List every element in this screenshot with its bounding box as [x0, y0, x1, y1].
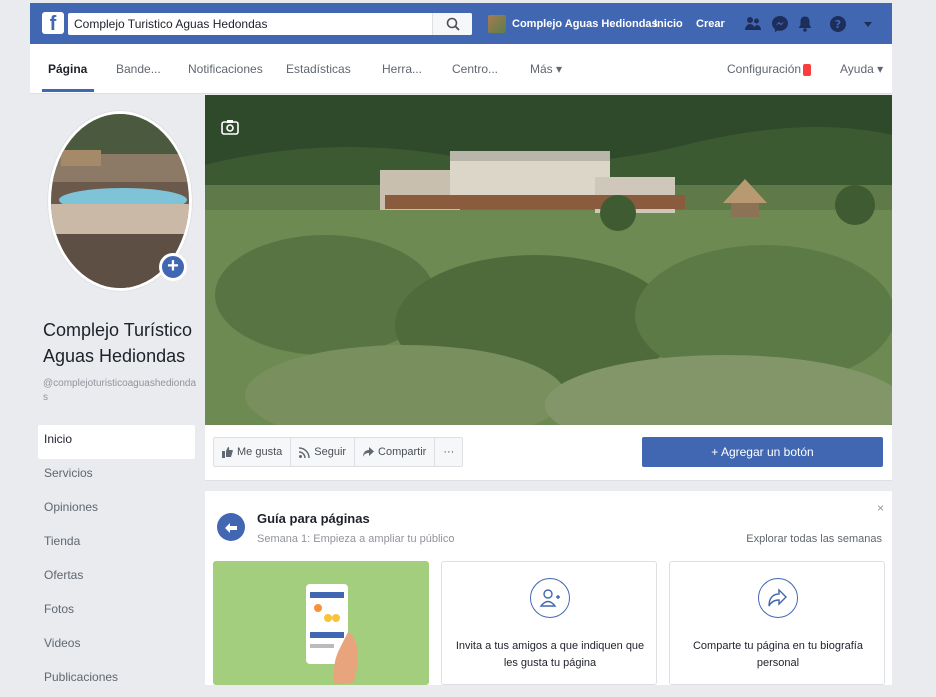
action-buttons: Me gusta Seguir Compartir ··· [213, 437, 464, 467]
search-box[interactable] [68, 13, 472, 35]
tab-settings[interactable]: Configuración [727, 62, 812, 76]
search-input[interactable] [74, 13, 434, 35]
blue-header: f Complejo Aguas Hediondas Inicio Crear … [30, 3, 892, 44]
sidebar-item-photos[interactable]: Fotos [38, 595, 195, 629]
add-profile-photo-button[interactable]: + [159, 253, 187, 281]
left-navigation: Inicio Servicios Opiniones Tienda Oferta… [38, 425, 195, 697]
tab-help[interactable]: Ayuda ▾ [840, 62, 883, 76]
caret-down-icon[interactable] [858, 14, 878, 34]
search-icon [446, 17, 460, 31]
guide-share-card[interactable]: Comparte tu página en tu biografía perso… [669, 561, 885, 685]
sidebar-item-home[interactable]: Inicio [38, 425, 195, 459]
guide-badge-icon [217, 513, 245, 541]
tab-settings-label: Configuración [727, 62, 802, 76]
tab-center[interactable]: Centro... [452, 62, 498, 76]
nav-home-link[interactable]: Inicio [654, 18, 683, 30]
settings-badge [803, 63, 812, 76]
share-page-icon [758, 578, 798, 618]
search-button[interactable] [432, 13, 472, 35]
notifications-icon[interactable] [795, 14, 815, 34]
top-navigation-bar: f Complejo Aguas Hediondas Inicio Crear … [0, 0, 936, 44]
follow-label: Seguir [314, 446, 347, 458]
invite-card-text: Invita a tus amigos a que indiquen que l… [455, 640, 645, 669]
share-card-text: Comparte tu página en tu biografía perso… [692, 640, 863, 669]
page-title[interactable]: Complejo Turístico Aguas Hediondas [43, 317, 203, 369]
guide-title: Guía para páginas [257, 511, 370, 526]
page-profile-link[interactable]: Complejo Aguas Hediondas [488, 13, 658, 35]
tab-notifications[interactable]: Notificaciones [188, 62, 263, 76]
sidebar-item-posts[interactable]: Publicaciones [38, 663, 195, 697]
facebook-logo[interactable]: f [42, 12, 64, 35]
rss-icon [299, 446, 310, 458]
tab-inbox[interactable]: Bande... [116, 62, 161, 76]
sidebar-item-services[interactable]: Servicios [38, 459, 195, 493]
guide-invite-card[interactable]: Invita a tus amigos a que indiquen que l… [441, 561, 657, 685]
nav-create-link[interactable]: Crear [696, 18, 725, 30]
tab-tools[interactable]: Herra... [382, 62, 422, 76]
friends-icon[interactable] [743, 14, 763, 34]
share-label: Compartir [378, 446, 427, 458]
cover-landscape-image [205, 95, 892, 425]
svg-text:?: ? [835, 18, 841, 31]
explore-weeks-link[interactable]: Explorar todas las semanas [746, 533, 882, 545]
tab-page[interactable]: Página [48, 62, 87, 76]
page-chip-label: Complejo Aguas Hediondas [512, 18, 658, 30]
camera-icon[interactable] [221, 119, 239, 135]
active-tab-indicator [42, 89, 94, 92]
cover-photo[interactable] [205, 95, 892, 425]
sidebar-item-videos[interactable]: Videos [38, 629, 195, 663]
more-options-button[interactable]: ··· [435, 438, 462, 466]
page-action-bar: Me gusta Seguir Compartir ··· + Agregar … [205, 425, 892, 481]
left-column: + Complejo Turístico Aguas Hediondas @co… [30, 95, 203, 685]
add-button-cta[interactable]: + Agregar un botón [642, 437, 883, 467]
page-tabs: Página Bande... Notificaciones Estadísti… [30, 44, 892, 94]
share-arrow-icon [363, 446, 375, 457]
close-icon[interactable]: × [877, 501, 884, 515]
guide-subtitle: Semana 1: Empieza a ampliar tu público [257, 533, 455, 545]
sidebar-item-reviews[interactable]: Opiniones [38, 493, 195, 527]
like-button[interactable]: Me gusta [214, 438, 292, 466]
phone-illustration [306, 584, 358, 684]
tab-more[interactable]: Más ▾ [530, 62, 562, 76]
thumbs-up-icon [222, 446, 233, 458]
tab-insights[interactable]: Estadísticas [286, 62, 351, 76]
messenger-icon[interactable] [770, 14, 790, 34]
help-icon[interactable]: ? [828, 14, 848, 34]
pages-guide-card: Guía para páginas Semana 1: Empieza a am… [205, 491, 892, 685]
page-username[interactable]: @complejoturisticoaguashediondas [43, 377, 199, 405]
page-thumbnail [488, 15, 506, 33]
follow-button[interactable]: Seguir [291, 438, 356, 466]
guide-illustration-card [213, 561, 429, 685]
sidebar-item-shop[interactable]: Tienda [38, 527, 195, 561]
sidebar-item-offers[interactable]: Ofertas [38, 561, 195, 595]
like-label: Me gusta [237, 446, 283, 458]
invite-friends-icon [530, 578, 570, 618]
share-button[interactable]: Compartir [355, 438, 436, 466]
